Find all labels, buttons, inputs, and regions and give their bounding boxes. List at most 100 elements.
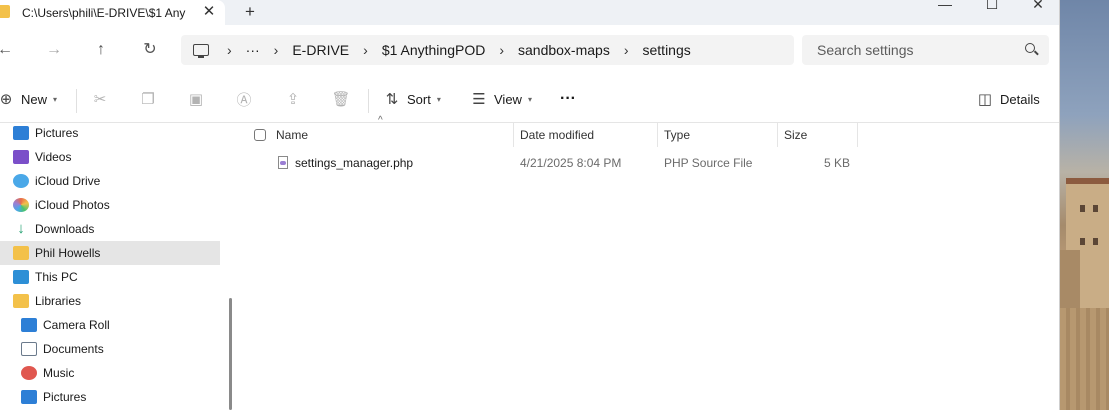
pictures-icon: [13, 126, 29, 140]
folder-icon: [0, 5, 10, 18]
sidebar-item-music[interactable]: Music: [0, 361, 220, 385]
sidebar-item-videos[interactable]: Videos: [0, 145, 220, 169]
view-list-icon: ☰: [472, 91, 486, 108]
sidebar-item-label: Documents: [43, 342, 104, 356]
column-header-date-modified[interactable]: Date modified: [514, 123, 658, 147]
file-size: 5 KB: [823, 156, 850, 170]
sidebar-item-label: iCloud Photos: [35, 198, 110, 212]
search-input[interactable]: Search settings: [802, 35, 1049, 65]
search-placeholder: Search settings: [817, 42, 914, 58]
breadcrumb-sandbox-maps[interactable]: sandbox-maps: [514, 42, 614, 58]
chevron-right-icon[interactable]: ›: [614, 42, 639, 58]
sidebar-item-camera-roll[interactable]: Camera Roll: [0, 313, 220, 337]
navigation-bar: ← → ↑ ↻ › ··· › E-DRIVE › $1 AnythingPOD…: [0, 25, 1059, 75]
rename-icon: Ⓐ: [236, 91, 252, 109]
chevron-right-icon[interactable]: ›: [353, 42, 378, 58]
rename-button[interactable]: Ⓐ: [235, 87, 259, 111]
select-all-checkbox[interactable]: [254, 129, 266, 141]
libraries-icon: [13, 294, 29, 308]
cut-button[interactable]: ✂: [91, 87, 115, 111]
sidebar-item-pictures-library[interactable]: Pictures: [0, 385, 220, 409]
computer-icon: [13, 270, 29, 284]
sidebar-item-label: Music: [43, 366, 75, 380]
file-explorer-window: C:\Users\phili\E-DRIVE\$1 Any ✕ + — ☐ ✕ …: [0, 0, 1060, 410]
file-date-modified: 4/21/2025 8:04 PM: [520, 156, 622, 170]
details-label: Details: [1000, 91, 1040, 107]
camera-roll-icon: [21, 318, 37, 332]
file-name: settings_manager.php: [295, 156, 414, 170]
document-icon: [21, 342, 37, 356]
breadcrumb-e-drive[interactable]: E-DRIVE: [288, 42, 353, 58]
sidebar-item-this-pc[interactable]: This PC: [0, 265, 220, 289]
column-header-type[interactable]: Type: [658, 123, 778, 147]
tab-title: C:\Users\phili\E-DRIVE\$1 Any: [22, 5, 186, 20]
column-headers: ^ Name Date modified Type Size: [240, 115, 860, 147]
paste-button[interactable]: ▣: [187, 87, 211, 111]
trash-icon: 🗑: [331, 91, 351, 108]
sidebar-item-label: iCloud Drive: [35, 174, 101, 188]
minimize-button[interactable]: —: [930, 0, 960, 17]
sort-icon: ⇅: [385, 91, 399, 108]
sidebar-item-label: Phil Howells: [35, 246, 101, 260]
folder-icon: [13, 246, 29, 260]
forward-button[interactable]: →: [43, 39, 65, 61]
new-tab-button[interactable]: +: [240, 2, 260, 22]
more-options-button[interactable]: ···: [560, 87, 576, 111]
share-icon: ⇪: [286, 91, 300, 108]
sidebar-item-pictures[interactable]: Pictures: [0, 121, 220, 145]
sidebar-item-label: Downloads: [35, 222, 95, 236]
sidebar-item-phil-howells[interactable]: Phil Howells: [0, 241, 220, 265]
maximize-button[interactable]: ☐: [977, 0, 1007, 17]
up-button[interactable]: ↑: [90, 39, 112, 61]
view-button[interactable]: ☰ View ▾: [470, 87, 532, 111]
back-button[interactable]: ←: [0, 39, 16, 61]
sidebar-item-downloads[interactable]: ↓ Downloads: [0, 217, 220, 241]
sidebar-item-documents[interactable]: Documents: [0, 337, 220, 361]
chevron-down-icon: ▾: [527, 94, 532, 104]
file-list: ^ Name Date modified Type Size settings_…: [240, 115, 1059, 410]
sidebar-item-label: Pictures: [35, 126, 79, 140]
breadcrumb-anythingpod[interactable]: $1 AnythingPOD: [378, 42, 490, 58]
sidebar-item-icloud-drive[interactable]: iCloud Drive: [0, 169, 220, 193]
new-button[interactable]: ⊕ New ▾: [0, 87, 57, 111]
column-header-size[interactable]: Size: [778, 123, 858, 147]
refresh-button[interactable]: ↻: [139, 39, 161, 61]
sidebar-item-label: This PC: [35, 270, 78, 284]
address-bar[interactable]: › ··· › E-DRIVE › $1 AnythingPOD › sandb…: [181, 35, 794, 65]
new-label: New: [21, 91, 48, 107]
chevron-right-icon[interactable]: ›: [264, 42, 289, 58]
sidebar-item-label: Camera Roll: [43, 318, 110, 332]
table-row[interactable]: settings_manager.php 4/21/2025 8:04 PM P…: [240, 151, 860, 175]
details-pane-icon: ◫: [977, 91, 993, 108]
clipboard-icon: ▣: [188, 91, 204, 108]
sidebar-item-icloud-photos[interactable]: iCloud Photos: [0, 193, 220, 217]
sort-label: Sort: [407, 91, 431, 107]
close-tab-icon[interactable]: ✕: [200, 3, 218, 21]
sidebar-item-label: Libraries: [35, 294, 82, 308]
breadcrumb-overflow[interactable]: ···: [242, 42, 264, 58]
sidebar-scrollbar[interactable]: [229, 298, 232, 410]
column-header-name[interactable]: Name: [270, 123, 514, 147]
file-type: PHP Source File: [664, 156, 753, 170]
chevron-down-icon: ▾: [436, 94, 441, 104]
scissors-icon: ✂: [93, 91, 107, 108]
php-file-icon: [278, 156, 288, 169]
share-button[interactable]: ⇪: [284, 87, 308, 111]
sidebar-item-libraries[interactable]: Libraries: [0, 289, 220, 313]
this-pc-icon: [193, 44, 209, 58]
breadcrumb-settings[interactable]: settings: [639, 42, 695, 58]
copy-button[interactable]: ❐: [139, 87, 163, 111]
details-button[interactable]: ◫ Details: [976, 87, 1040, 111]
explorer-tab[interactable]: C:\Users\phili\E-DRIVE\$1 Any ✕: [0, 0, 225, 25]
view-label: View: [494, 91, 522, 107]
chevron-right-icon[interactable]: ›: [489, 42, 514, 58]
delete-button[interactable]: 🗑: [331, 87, 356, 111]
title-bar: C:\Users\phili\E-DRIVE\$1 Any ✕ + — ☐ ✕: [0, 0, 1059, 25]
close-window-button[interactable]: ✕: [1023, 0, 1053, 17]
videos-icon: [13, 150, 29, 164]
search-icon: [1025, 43, 1035, 53]
sort-button[interactable]: ⇅ Sort ▾: [383, 87, 441, 111]
icloud-drive-icon: [13, 174, 29, 188]
chevron-right-icon[interactable]: ›: [217, 42, 242, 58]
desktop-wallpaper: [1060, 0, 1109, 410]
